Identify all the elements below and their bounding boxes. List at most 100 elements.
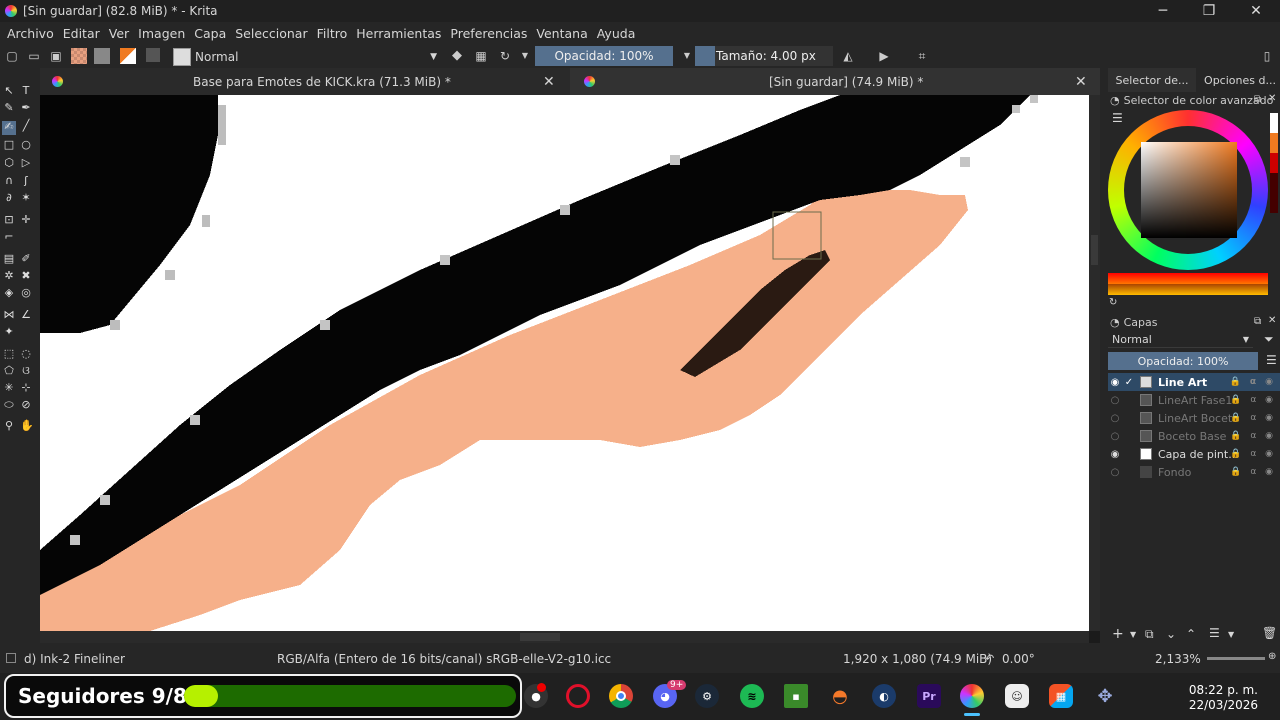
reference-tool-icon[interactable]: ✦ — [3, 326, 15, 338]
ellipse-select-icon[interactable]: ◌ — [20, 348, 32, 360]
edit-shape-icon[interactable]: ✎ — [3, 102, 15, 114]
eye-off-icon[interactable]: ○ — [1108, 413, 1122, 424]
smart-patch-icon[interactable]: ✲ — [3, 270, 15, 282]
eraser-icon[interactable]: ◆ — [450, 49, 464, 63]
krita-taskbar-icon[interactable] — [960, 684, 984, 708]
polygon-tool-icon[interactable]: ⬡ — [3, 157, 15, 169]
color-settings-icon[interactable]: ☰ — [1112, 111, 1123, 125]
opera-icon[interactable] — [566, 684, 590, 708]
assistant-icon[interactable]: ✖ — [20, 270, 32, 282]
similar-select-icon[interactable]: ⊹ — [20, 382, 32, 394]
filter-icon[interactable]: ⏷ — [1264, 332, 1274, 347]
contiguous-select-icon[interactable]: ✳ — [3, 382, 15, 394]
menu-seleccionar[interactable]: Seleccionar — [235, 26, 307, 41]
new-document-icon[interactable]: ▢ — [5, 49, 19, 63]
float-panel-icon[interactable]: ⧉ — [1254, 94, 1261, 105]
color-wheel[interactable] — [1108, 110, 1268, 270]
rect-select-icon[interactable]: ⬚ — [3, 348, 15, 360]
tab-sin-guardar[interactable]: [Sin guardar] (74.9 MiB) * ✕ — [570, 68, 1100, 95]
mirror-horizontal-icon[interactable]: ◭ — [841, 49, 855, 63]
status-colorspace[interactable]: RGB/Alfa (Entero de 16 bits/canal) sRGB-… — [277, 652, 611, 666]
check-icon[interactable]: ✓ — [1122, 377, 1136, 388]
select-shape-icon[interactable]: ↖ — [3, 85, 15, 97]
tab-color-selector[interactable]: Selector de... — [1108, 68, 1196, 92]
menu-archivo[interactable]: Archivo — [7, 26, 54, 41]
minecraft-icon[interactable]: ▪ — [784, 684, 808, 708]
multibrush-icon[interactable]: ✶ — [20, 192, 32, 204]
layer-menu-icon[interactable]: ☰ — [1266, 353, 1277, 367]
zoom-tool-icon[interactable]: ⚲ — [3, 420, 15, 432]
layer-properties-icon[interactable]: ☰ — [1209, 626, 1220, 640]
duplicate-layer-icon[interactable]: ⧉ — [1145, 627, 1154, 642]
enclose-fill-icon[interactable]: ◎ — [20, 287, 32, 299]
scroll-thumb[interactable] — [1091, 235, 1098, 265]
color-swap-icon[interactable] — [120, 48, 136, 64]
close-panel-icon[interactable]: ✕ — [1268, 93, 1276, 104]
opacity-slider[interactable]: Opacidad: 100% — [535, 46, 673, 66]
system-clock[interactable]: 08:22 p. m. 22/03/2026 — [1189, 683, 1258, 713]
chevron-down-icon[interactable]: ▼ — [518, 49, 532, 63]
brush-settings-icon[interactable] — [146, 48, 160, 62]
minimize-button[interactable]: ─ — [1140, 0, 1186, 22]
polygon-select-icon[interactable]: ⬠ — [3, 365, 15, 377]
menu-ver[interactable]: Ver — [109, 26, 129, 41]
menu-filtro[interactable]: Filtro — [317, 26, 348, 41]
transform-tool-icon[interactable]: ⊡ — [3, 214, 15, 226]
layer-row-fondo[interactable]: ○ Fondo 🔒 α ◉ — [1108, 463, 1280, 481]
menu-herramientas[interactable]: Herramientas — [356, 26, 441, 41]
gradient-tool-icon[interactable]: ▤ — [3, 253, 15, 265]
save-icon[interactable]: ▣ — [49, 49, 63, 63]
status-zoom[interactable]: 2,133% — [1155, 652, 1201, 666]
layer-opacity-slider[interactable]: Opacidad: 100% — [1108, 352, 1258, 370]
premiere-icon[interactable]: Pr — [917, 684, 941, 708]
chevron-down-icon[interactable]: ▼ — [1228, 630, 1234, 639]
menu-capa[interactable]: Capa — [194, 26, 226, 41]
blender-icon[interactable]: ◓ — [828, 684, 852, 708]
layer-row-lineart-fase1[interactable]: ○ LineArt Fase1 🔒 α ◉ — [1108, 391, 1280, 409]
layer-row-boceto-base[interactable]: ○ Boceto Base 🔒 α ◉ — [1108, 427, 1280, 445]
crop-tool-icon[interactable]: ⌐ — [3, 231, 15, 243]
pan-tool-icon[interactable]: ✋ — [20, 420, 34, 432]
tab-base-emotes[interactable]: Base para Emotes de KICK.kra (71.3 MiB) … — [40, 68, 570, 95]
lasso-select-icon[interactable]: ଓ — [20, 365, 32, 377]
game-app-icon[interactable]: ☺ — [1005, 684, 1029, 708]
close-window-button[interactable]: ✕ — [1233, 0, 1279, 22]
zoom-plus-icon[interactable]: ⊕ — [1268, 651, 1276, 662]
brush-preset-icon[interactable] — [173, 47, 191, 66]
blend-mode-select[interactable]: Normal ▼ — [173, 47, 441, 66]
gradient-preset-icon[interactable] — [71, 48, 87, 64]
menu-ventana[interactable]: Ventana — [536, 26, 587, 41]
freehand-path-icon[interactable]: ʃ — [20, 175, 32, 187]
cinema4d-icon[interactable]: ◐ — [872, 684, 896, 708]
mirror-vertical-icon[interactable]: ▶ — [877, 49, 891, 63]
spotify-icon[interactable]: ≋ — [740, 684, 764, 708]
chevron-down-icon[interactable]: ▼ — [1130, 630, 1136, 639]
close-tab-icon[interactable]: ✕ — [1075, 74, 1087, 90]
tab-tool-options[interactable]: Opciones d... — [1200, 68, 1280, 92]
rectangle-tool-icon[interactable]: □ — [3, 139, 15, 151]
menu-ayuda[interactable]: Ayuda — [597, 26, 636, 41]
menu-preferencias[interactable]: Preferencias — [450, 26, 527, 41]
app-icon[interactable]: ✥ — [1093, 684, 1117, 708]
move-layer-down-icon[interactable]: ⌄ — [1166, 627, 1176, 641]
assistant-tool-icon[interactable]: ⋈ — [3, 309, 15, 321]
fill-tool-icon[interactable]: ◈ — [3, 287, 15, 299]
move-tool-icon[interactable]: ✛ — [20, 214, 32, 226]
color-shade-sliders[interactable] — [1108, 273, 1268, 295]
zoom-slider[interactable] — [1207, 657, 1265, 660]
dock-toggle-icon[interactable]: ▯ — [1260, 49, 1274, 63]
scroll-thumb[interactable] — [520, 633, 560, 641]
layer-row-capa-de-pintura[interactable]: ◉ Capa de pint... 🔒 α ◉ — [1108, 445, 1280, 463]
bezier-select-icon[interactable]: ⬭ — [3, 399, 15, 411]
color-picker-icon[interactable]: ✐ — [20, 253, 32, 265]
eye-off-icon[interactable]: ○ — [1108, 467, 1122, 478]
bezier-tool-icon[interactable]: ∩ — [3, 175, 15, 187]
magnetic-select-icon[interactable]: ⊘ — [20, 399, 32, 411]
layer-blend-select[interactable]: Normal ▼ — [1108, 331, 1253, 348]
steam-icon[interactable]: ⚙ — [695, 684, 719, 708]
chrome-icon[interactable] — [609, 684, 633, 708]
wrap-around-icon[interactable]: ⌗ — [915, 49, 929, 63]
alpha-lock-icon[interactable]: ▦ — [474, 49, 488, 63]
delete-layer-icon[interactable]: 🗑 — [1262, 626, 1277, 640]
saturation-value-square[interactable] — [1141, 142, 1237, 238]
